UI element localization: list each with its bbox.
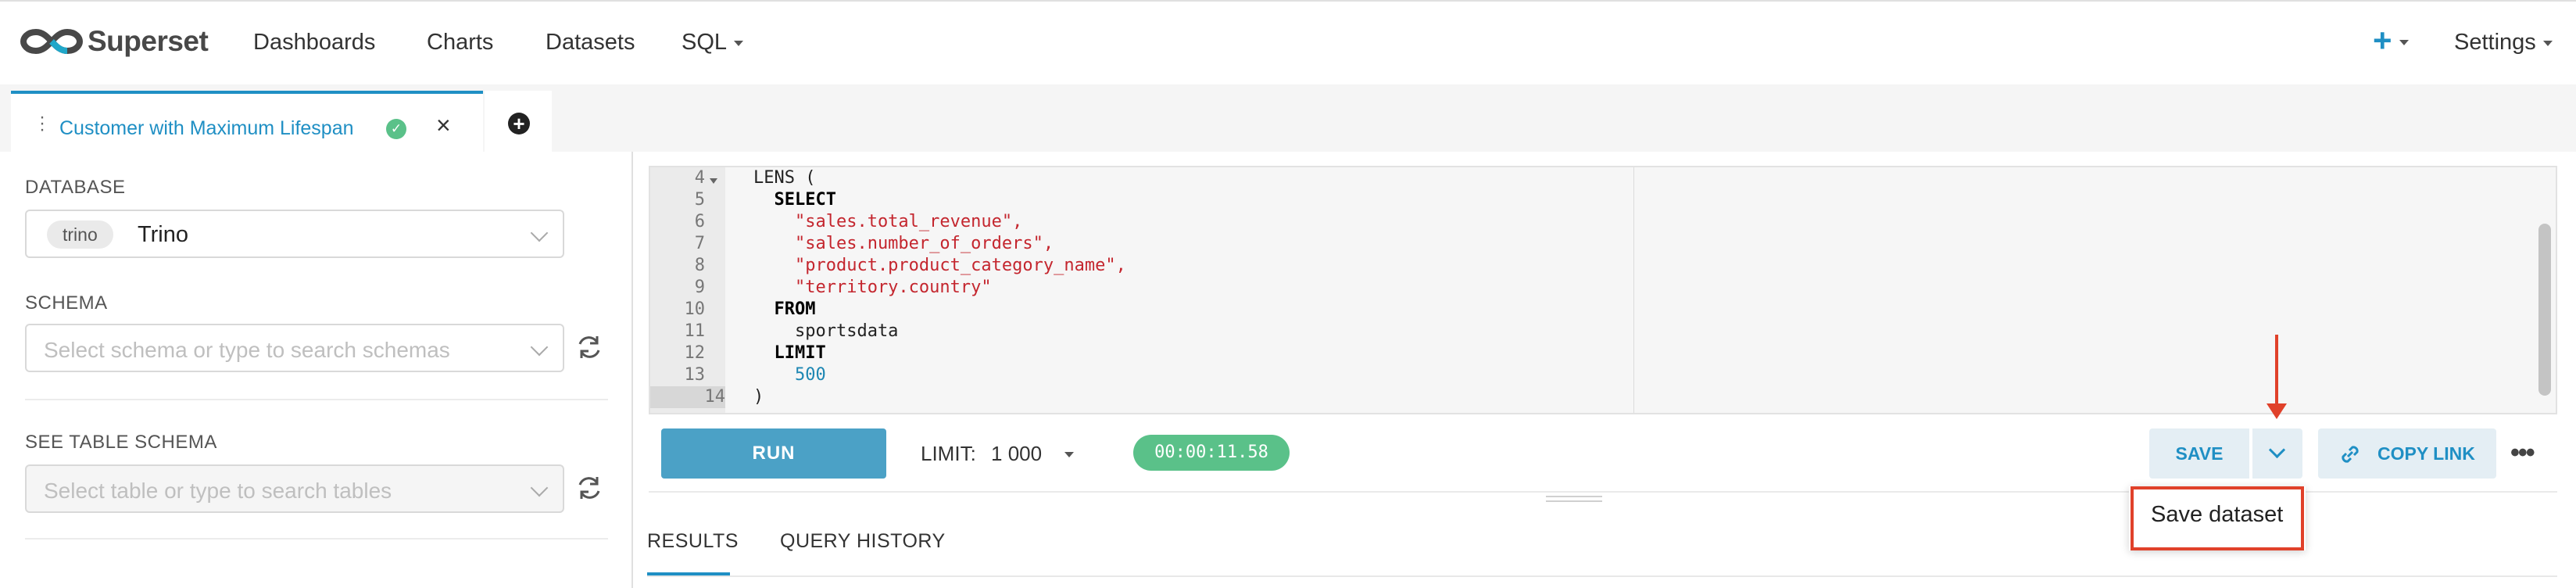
chevron-down-icon — [530, 338, 549, 357]
superset-logo[interactable]: Superset — [20, 25, 209, 58]
database-label: DATABASE — [25, 177, 126, 198]
new-menu-button[interactable]: + — [2373, 22, 2409, 59]
table-select[interactable]: Select table or type to search tables — [25, 464, 564, 513]
add-tab-button[interactable]: + — [485, 91, 552, 152]
resize-handle[interactable] — [1546, 500, 1602, 502]
chevron-down-icon[interactable] — [1064, 452, 1074, 457]
settings-label: Settings — [2454, 30, 2536, 55]
line-number: 4 — [694, 168, 705, 188]
nav-sql-label: SQL — [682, 30, 728, 55]
section-divider — [25, 538, 608, 540]
limit-dropdown[interactable]: LIMIT: 1 000 — [921, 442, 1042, 466]
nav-datasets[interactable]: Datasets — [546, 30, 635, 56]
code-line: LENS ( — [753, 168, 816, 188]
nav-dashboards[interactable]: Dashboards — [253, 30, 375, 56]
code-line: sportsdata — [753, 321, 899, 341]
limit-value: 1 000 — [991, 442, 1043, 465]
database-select[interactable]: trino Trino — [25, 210, 564, 258]
chevron-down-icon — [2399, 40, 2409, 46]
save-dropdown-toggle[interactable] — [2251, 428, 2302, 479]
copy-link-label: COPY LINK — [2377, 443, 2475, 464]
nav-charts[interactable]: Charts — [427, 30, 493, 56]
line-number: 8 — [694, 256, 705, 275]
line-number: 11 — [684, 321, 706, 341]
nav-sql-menu[interactable]: SQL — [682, 30, 744, 56]
code-line: ) — [753, 387, 764, 407]
schema-placeholder: Select schema or type to search schemas — [44, 338, 450, 362]
line-number-active: 14 — [650, 386, 725, 408]
chevron-down-icon — [2542, 40, 2553, 46]
more-options-icon[interactable]: ••• — [2510, 438, 2535, 468]
save-button[interactable]: SAVE — [2149, 428, 2249, 479]
plus-circle-icon: + — [508, 113, 530, 134]
link-icon — [2342, 446, 2359, 463]
check-circle-icon: ✓ — [386, 119, 406, 139]
tab-query-history[interactable]: QUERY HISTORY — [780, 530, 946, 553]
table-schema-label: SEE TABLE SCHEMA — [25, 432, 217, 453]
query-tab-active[interactable]: · · · Customer with Maximum Lifespan ✓ × — [11, 91, 483, 152]
line-number: 10 — [684, 299, 706, 319]
left-sidebar: DATABASE trino Trino SCHEMA Select schem… — [0, 152, 633, 588]
tabs-divider — [647, 575, 2557, 577]
resize-handle[interactable] — [1546, 496, 1602, 497]
line-number: 12 — [684, 343, 706, 363]
copy-link-button[interactable]: COPY LINK — [2318, 428, 2496, 479]
schema-select[interactable]: Select schema or type to search schemas — [25, 324, 564, 372]
line-number: 13 — [684, 365, 706, 385]
annotation-arrow-head — [2267, 403, 2287, 419]
editor-scrollbar[interactable] — [2538, 224, 2551, 396]
code-line: SELECT — [753, 190, 836, 210]
refresh-schema-icon[interactable] — [575, 333, 603, 361]
database-chip: trino — [47, 220, 113, 249]
annotation-arrow — [2275, 335, 2278, 407]
section-divider — [25, 399, 608, 400]
limit-label: LIMIT: — [921, 442, 976, 465]
chevron-down-icon — [2268, 441, 2286, 459]
code-line: "territory.country" — [753, 278, 992, 297]
query-tabs-bar: · · · Customer with Maximum Lifespan ✓ × + — [0, 84, 2576, 152]
settings-menu[interactable]: Settings — [2454, 30, 2553, 56]
code-line: "product.product_category_name", — [753, 256, 1126, 275]
annotation-highlight-box — [2131, 486, 2304, 550]
chevron-down-icon — [530, 224, 549, 242]
drag-dots-icon[interactable]: · · · — [39, 108, 45, 139]
fold-caret-icon[interactable] — [710, 178, 717, 184]
code-line: 500 — [753, 365, 826, 385]
plus-icon: + — [2373, 22, 2392, 59]
database-name: Trino — [138, 222, 188, 247]
close-icon[interactable]: × — [436, 111, 451, 140]
query-timer-badge: 00:00:11.58 — [1133, 435, 1290, 471]
code-line: "sales.number_of_orders", — [753, 234, 1054, 253]
sql-editor[interactable]: 4 5 6 7 8 9 10 11 12 13 14 LENS ( SELECT… — [649, 166, 2557, 414]
top-navbar: Superset Dashboards Charts Datasets SQL … — [0, 0, 2576, 84]
line-number: 5 — [694, 190, 705, 210]
infinity-logo-icon — [20, 28, 83, 55]
editor-gutter: 4 5 6 7 8 9 10 11 12 13 14 — [650, 167, 725, 413]
line-number: 6 — [694, 212, 705, 231]
line-number: 7 — [694, 234, 705, 253]
refresh-tables-icon[interactable] — [575, 474, 603, 502]
brand-name: Superset — [88, 25, 209, 57]
line-number: 9 — [694, 278, 705, 297]
code-line: FROM — [753, 299, 816, 319]
schema-label: SCHEMA — [25, 292, 108, 314]
chevron-down-icon — [734, 40, 744, 46]
print-margin — [1633, 167, 1634, 413]
run-button[interactable]: RUN — [661, 428, 886, 479]
tab-results[interactable]: RESULTS — [647, 530, 739, 553]
table-placeholder: Select table or type to search tables — [44, 479, 392, 503]
chevron-down-icon — [530, 479, 549, 497]
query-tab-title: Customer with Maximum Lifespan — [59, 117, 354, 139]
code-line: "sales.total_revenue", — [753, 212, 1023, 231]
code-line: LIMIT — [753, 343, 826, 363]
